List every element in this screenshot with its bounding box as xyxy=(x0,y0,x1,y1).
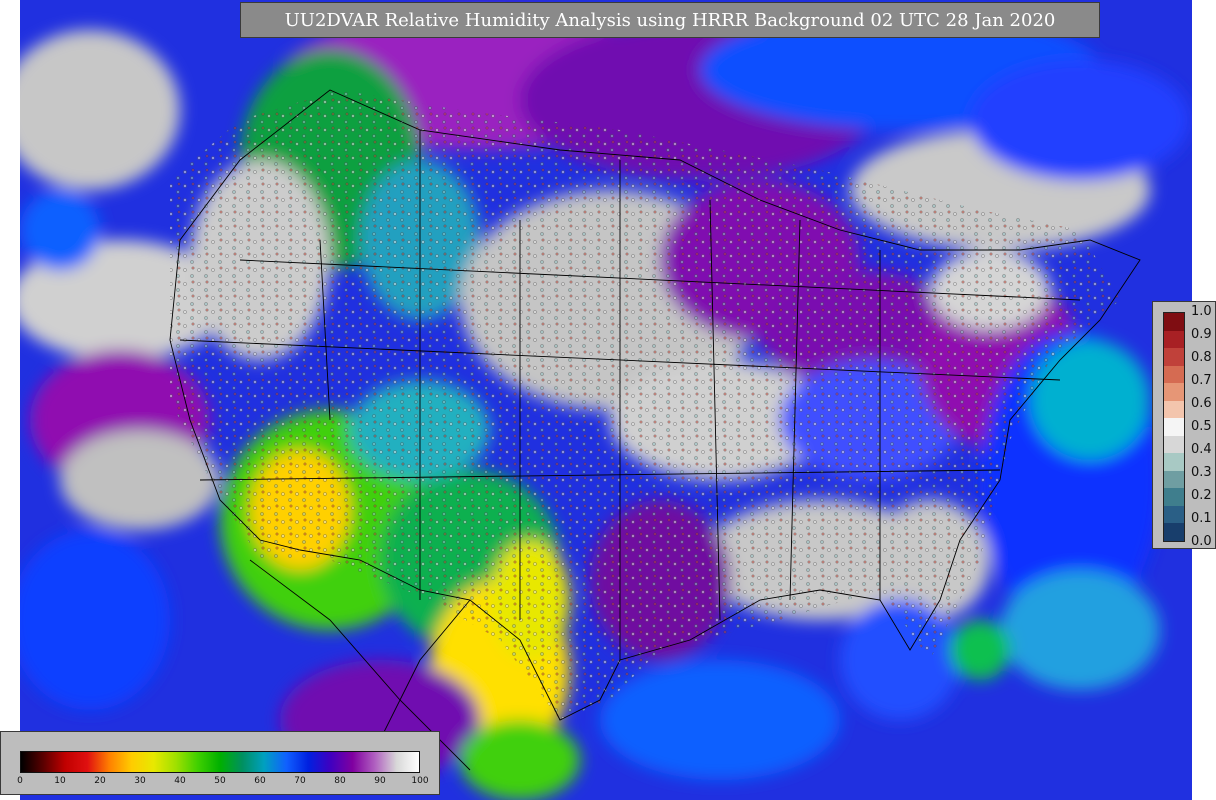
legend-swatch xyxy=(1164,330,1184,349)
legend-swatch xyxy=(1164,488,1184,506)
map-title: UU2DVAR Relative Humidity Analysis using… xyxy=(240,2,1100,38)
legend-swatch xyxy=(1164,470,1184,489)
legend-swatch xyxy=(1164,383,1184,401)
rh-analysis-map xyxy=(20,0,1192,800)
legend-swatch xyxy=(1164,505,1184,524)
colorbar-tick-label: 70 xyxy=(294,776,306,786)
legend-tick-label: 1.0 xyxy=(1191,304,1212,319)
observation-legend: 1.0 0.9 0.8 0.7 0.6 0.5 0.4 0.3 0.2 0.1 0.0 xyxy=(1152,301,1216,549)
legend-tick-label: 0.6 xyxy=(1191,396,1212,411)
colorbar-tick-label: 10 xyxy=(54,776,66,786)
legend-swatch xyxy=(1164,453,1184,471)
colorbar-tick-label: 50 xyxy=(214,776,226,786)
legend-tick-label: 0.1 xyxy=(1191,511,1212,526)
legend-swatch xyxy=(1164,348,1184,366)
colorbar-tick-label: 20 xyxy=(94,776,106,786)
legend-tick-label: 0.0 xyxy=(1191,534,1212,549)
colorbar-tick-label: 30 xyxy=(134,776,146,786)
rh-colorbar-panel: 0 10 20 30 40 50 60 70 80 90 100 xyxy=(0,731,440,795)
colorbar-tick-label: 60 xyxy=(254,776,266,786)
legend-tick-label: 0.7 xyxy=(1191,373,1212,388)
legend-swatch xyxy=(1164,400,1184,419)
rh-colorbar xyxy=(20,751,420,773)
legend-tick-label: 0.3 xyxy=(1191,465,1212,480)
map-title-text: UU2DVAR Relative Humidity Analysis using… xyxy=(284,9,1056,31)
legend-tick-label: 0.5 xyxy=(1191,419,1212,434)
colorbar-tick-label: 90 xyxy=(374,776,386,786)
legend-tick-label: 0.9 xyxy=(1191,327,1212,342)
legend-tick-label: 0.4 xyxy=(1191,442,1212,457)
colorbar-tick-label: 40 xyxy=(174,776,186,786)
legend-tick-label: 0.2 xyxy=(1191,488,1212,503)
humidity-field xyxy=(20,0,1192,800)
legend-tick-label: 0.8 xyxy=(1191,350,1212,365)
legend-swatch xyxy=(1164,313,1184,331)
legend-swatch xyxy=(1164,523,1184,541)
legend-swatch xyxy=(1164,418,1184,436)
colorbar-tick-label: 0 xyxy=(17,776,23,786)
colorbar-tick-label: 80 xyxy=(334,776,346,786)
colorbar-tick-label: 100 xyxy=(411,776,429,786)
legend-swatch xyxy=(1164,365,1184,384)
observation-colorbar xyxy=(1163,312,1185,542)
legend-swatch xyxy=(1164,435,1184,454)
